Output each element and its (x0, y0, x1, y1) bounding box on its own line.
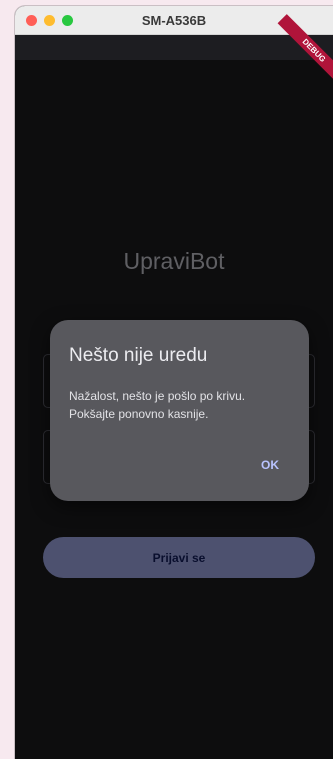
dialog-message-line-2: Pokšajte ponovno kasnije. (69, 407, 209, 421)
ok-button[interactable]: OK (255, 454, 285, 476)
dialog-message-line-1: Nažalost, nešto je pošlo po krivu. (69, 389, 246, 403)
app-bar (15, 35, 333, 60)
error-dialog: Nešto nije uredu Nažalost, nešto je pošl… (50, 320, 309, 501)
dialog-message: Nažalost, nešto je pošlo po krivu. Pokša… (69, 387, 294, 423)
app-window: SM-A536B UpraviBot Prijavi se DEBUG Nešt… (15, 6, 333, 759)
dialog-title: Nešto nije uredu (69, 345, 208, 366)
